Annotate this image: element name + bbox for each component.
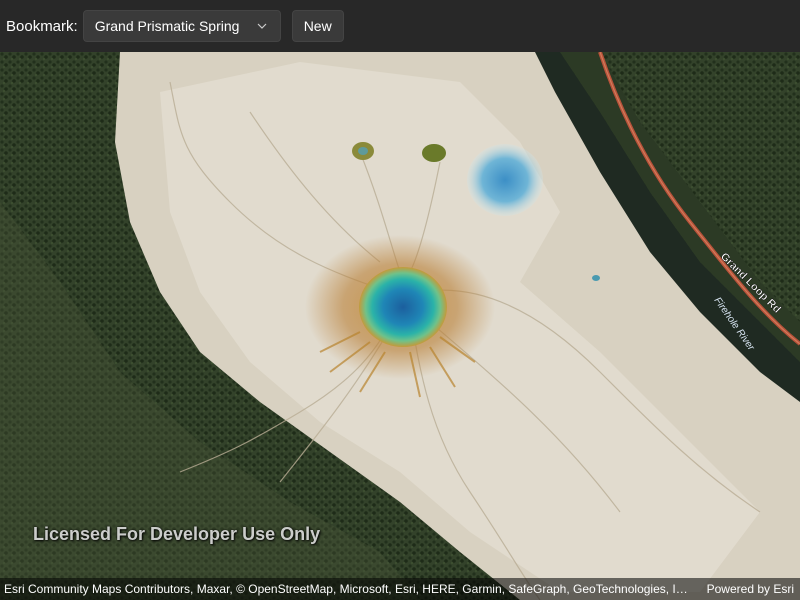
- bookmark-label: Bookmark:: [6, 17, 78, 35]
- attribution-text[interactable]: Esri Community Maps Contributors, Maxar,…: [4, 582, 694, 596]
- developer-watermark: Licensed For Developer Use Only: [33, 524, 321, 544]
- attribution-bar: Esri Community Maps Contributors, Maxar,…: [0, 578, 800, 600]
- new-bookmark-button[interactable]: New: [291, 10, 344, 42]
- chevron-down-icon: [256, 20, 268, 32]
- powered-by-esri[interactable]: Powered by Esri: [707, 582, 794, 596]
- bookmark-dropdown[interactable]: Grand Prismatic Spring: [82, 10, 281, 42]
- small-pool-1-center: [358, 147, 368, 155]
- small-pool-3: [592, 275, 600, 281]
- small-pool-2: [422, 144, 446, 162]
- toolbar: Bookmark: Grand Prismatic Spring New: [0, 0, 800, 52]
- grand-prismatic-spring: [359, 267, 447, 347]
- satellite-imagery: Grand Loop Rd Firehole River: [0, 52, 800, 600]
- excelsior-pool: [467, 144, 543, 216]
- bookmark-dropdown-value: Grand Prismatic Spring: [94, 18, 240, 34]
- map-view[interactable]: Grand Loop Rd Firehole River Licensed Fo…: [0, 52, 800, 600]
